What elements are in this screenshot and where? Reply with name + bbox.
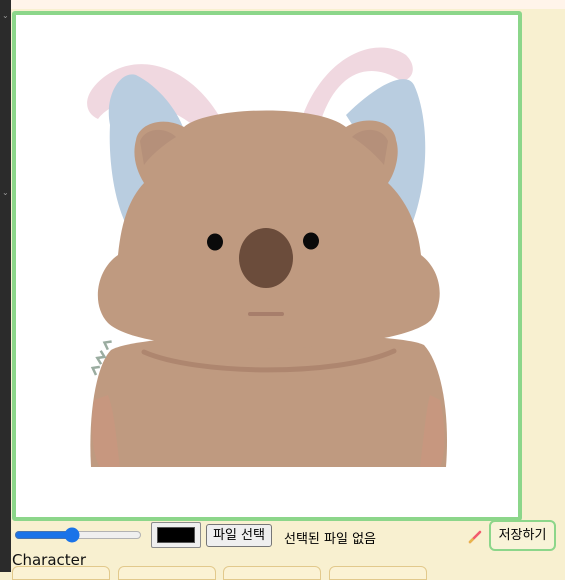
chevron-down-icon[interactable]: ⌄	[2, 189, 10, 197]
character-tab[interactable]	[118, 566, 216, 580]
character-tab[interactable]	[12, 566, 110, 580]
file-status-text: 선택된 파일 없음	[284, 532, 376, 547]
wombat-drawing	[87, 47, 448, 467]
left-gutter: ⌄ ⌄	[0, 0, 11, 572]
character-tab[interactable]	[329, 566, 427, 580]
chevron-down-icon[interactable]: ⌄	[2, 12, 10, 20]
drawing-canvas[interactable]	[12, 11, 522, 521]
color-picker[interactable]	[151, 522, 201, 548]
brush-size-slider[interactable]	[14, 528, 142, 542]
character-tab[interactable]	[223, 566, 321, 580]
file-select-button[interactable]: 파일 선택	[206, 524, 272, 547]
save-button[interactable]: 저장하기	[489, 520, 556, 551]
pencil-icon[interactable]	[468, 530, 482, 544]
color-picker-fill	[157, 527, 195, 543]
toolbar: 파일 선택 선택된 파일 없음 저장하기	[12, 520, 557, 552]
top-strip	[11, 0, 565, 9]
